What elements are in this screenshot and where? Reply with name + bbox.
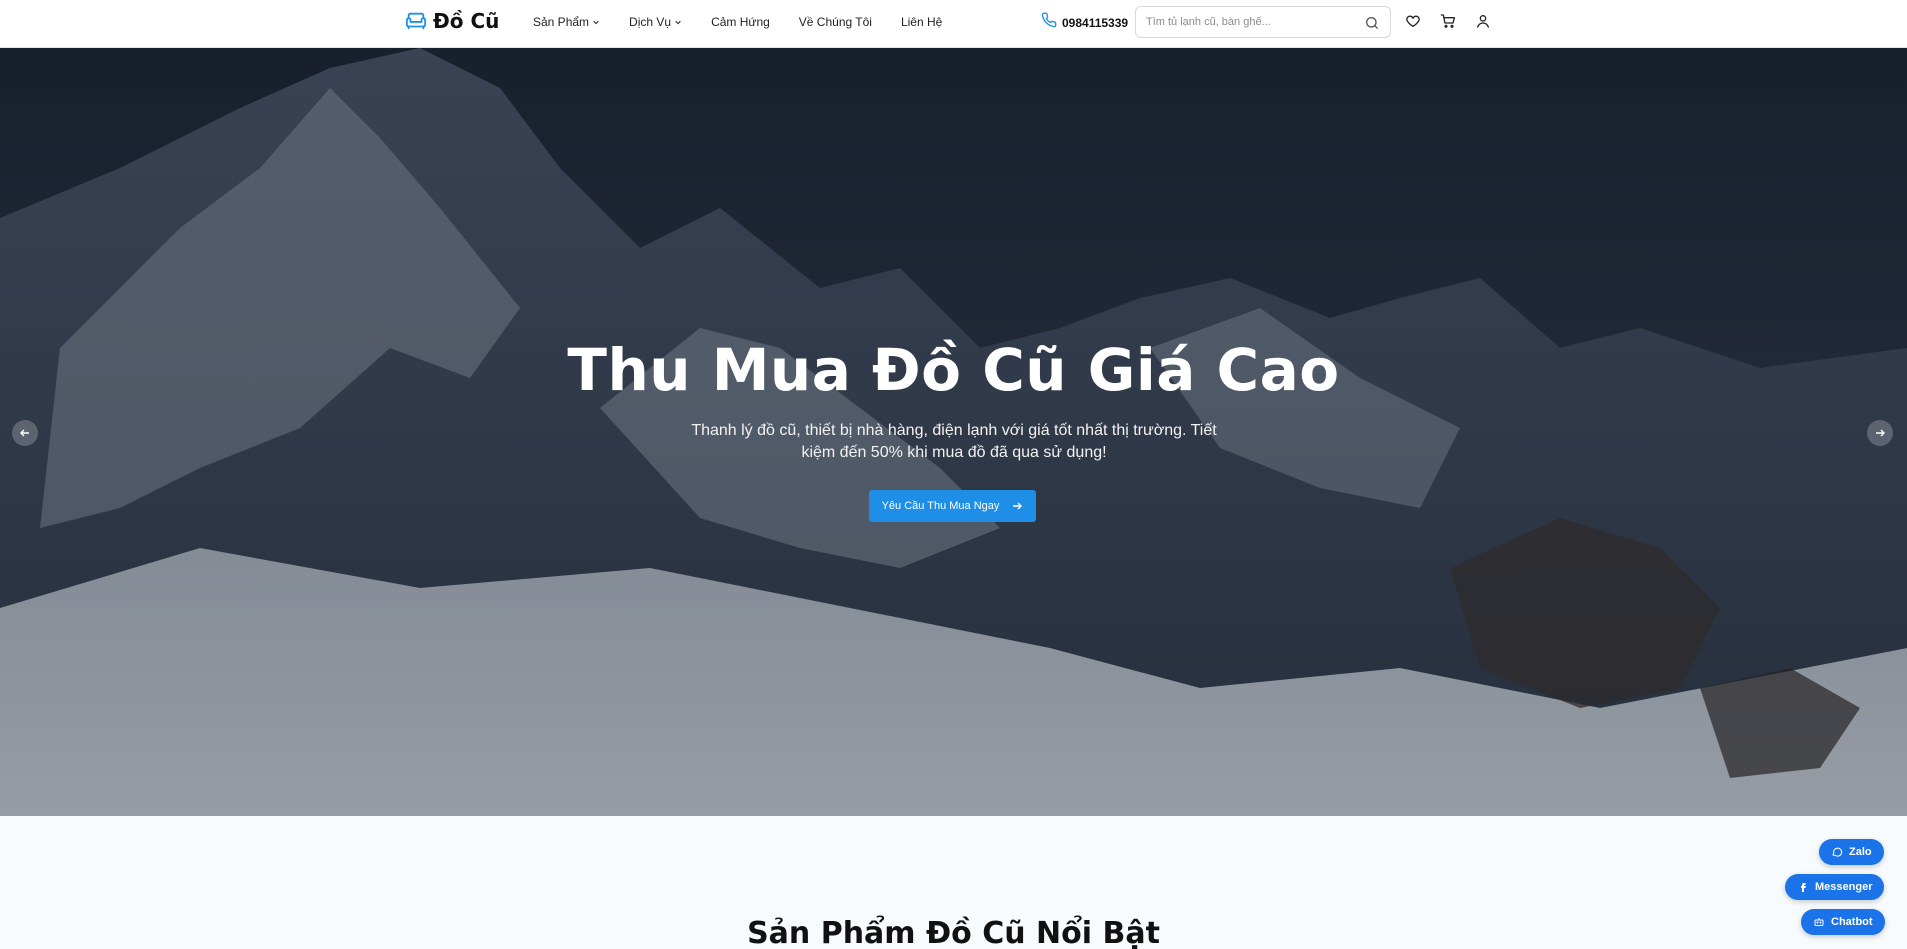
nav-item-label: Cảm Hứng [711, 15, 770, 29]
chevron-down-icon [674, 18, 682, 26]
request-purchase-button[interactable]: Yêu Cầu Thu Mua Ngay [869, 490, 1036, 522]
phone-link[interactable]: 0984115339 [1041, 12, 1128, 33]
chat-bubble-icon [1832, 847, 1843, 857]
hero-title: Thu Mua Đồ Cũ Giá Cao [567, 336, 1340, 404]
facebook-icon [1801, 883, 1806, 892]
main-nav: Sản Phẩm Dịch Vụ Cảm Hứng Về Chúng Tôi L… [533, 0, 971, 44]
chevron-down-icon [592, 18, 600, 26]
nav-item-about[interactable]: Về Chúng Tôi [799, 15, 872, 29]
robot-icon [1814, 918, 1824, 926]
nav-item-label: Dịch Vụ [629, 15, 672, 29]
arrow-right-icon [1876, 429, 1885, 437]
cta-label: Yêu Cầu Thu Mua Ngay [881, 500, 1000, 512]
phone-icon [1041, 12, 1057, 33]
chatbot-label: Chatbot [1831, 916, 1873, 928]
sofa-icon [405, 10, 427, 32]
brand-name: Đồ Cũ [433, 9, 500, 33]
carousel-prev-button[interactable] [12, 420, 38, 446]
zalo-button[interactable]: Zalo [1819, 839, 1884, 865]
hero-subtitle: Thanh lý đồ cũ, thiết bị nhà hàng, điện … [691, 422, 1217, 461]
nav-item-inspiration[interactable]: Cảm Hứng [711, 15, 770, 29]
chatbot-button[interactable]: Chatbot [1801, 909, 1885, 935]
carousel-next-button[interactable] [1867, 420, 1893, 446]
user-icon[interactable] [1475, 13, 1491, 29]
nav-item-products[interactable]: Sản Phẩm [533, 15, 600, 29]
cart-icon[interactable] [1440, 13, 1456, 29]
featured-products-section: Sản Phẩm Đồ Cũ Nổi Bật [0, 816, 1907, 949]
search-input[interactable] [1146, 13, 1356, 31]
zalo-label: Zalo [1849, 846, 1872, 858]
section-title: Sản Phẩm Đồ Cũ Nổi Bật [747, 916, 1160, 949]
arrow-left-icon [20, 429, 29, 437]
nav-item-services[interactable]: Dịch Vụ [629, 15, 682, 29]
nav-item-contact[interactable]: Liên Hệ [901, 15, 942, 29]
phone-number: 0984115339 [1062, 15, 1129, 30]
logo[interactable]: Đồ Cũ [405, 9, 499, 33]
heart-icon[interactable] [1405, 13, 1421, 29]
site-header: Đồ Cũ Sản Phẩm Dịch Vụ Cảm Hứng Về Chúng… [0, 0, 1907, 48]
nav-item-label: Sản Phẩm [533, 15, 590, 29]
nav-item-label: Liên Hệ [900, 15, 943, 29]
nav-item-label: Về Chúng Tôi [798, 15, 872, 29]
arrow-right-icon [1013, 502, 1023, 510]
hero-banner: Thu Mua Đồ Cũ Giá Cao Thanh lý đồ cũ, th… [0, 48, 1907, 816]
search-box [1135, 6, 1391, 38]
messenger-label: Messenger [1815, 881, 1873, 893]
search-icon[interactable] [1364, 15, 1380, 31]
messenger-button[interactable]: Messenger [1785, 874, 1885, 900]
